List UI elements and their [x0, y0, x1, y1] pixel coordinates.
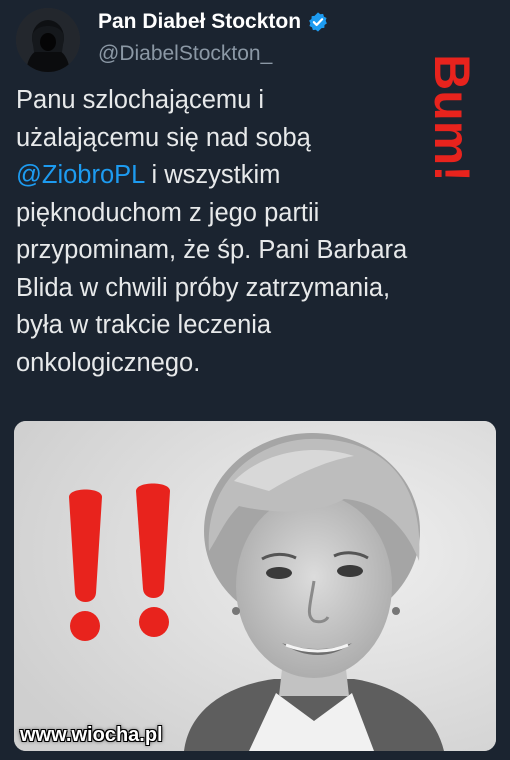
display-name[interactable]: Pan Diabeł Stockton: [98, 10, 301, 34]
watermark: www.wiocha.pl: [20, 724, 163, 746]
avatar[interactable]: [16, 8, 80, 72]
tweet-line: przypominam, że śp. Pani Barbara: [16, 236, 408, 264]
tweet-line: Blida w chwili próby zatrzymania,: [16, 273, 391, 302]
tweet-line: była w trakcie leczenia: [16, 311, 272, 339]
bum-stamp: Bum!: [424, 54, 480, 182]
portrait-photo: [14, 421, 496, 751]
avatar-image: [16, 8, 80, 72]
tweet-photo[interactable]: [14, 421, 496, 751]
display-name-row[interactable]: Pan Diabeł Stockton: [98, 10, 329, 34]
user-handle[interactable]: @DiabelStockton_: [98, 42, 272, 66]
verified-badge-icon: [309, 12, 327, 32]
tweet-line: onkologicznego.: [16, 348, 201, 377]
tweet-line-rest: i wszystkim: [144, 161, 281, 189]
bum-stamp-text: Bum!: [424, 54, 480, 182]
mention-link[interactable]: @ZiobroPL: [16, 161, 144, 189]
